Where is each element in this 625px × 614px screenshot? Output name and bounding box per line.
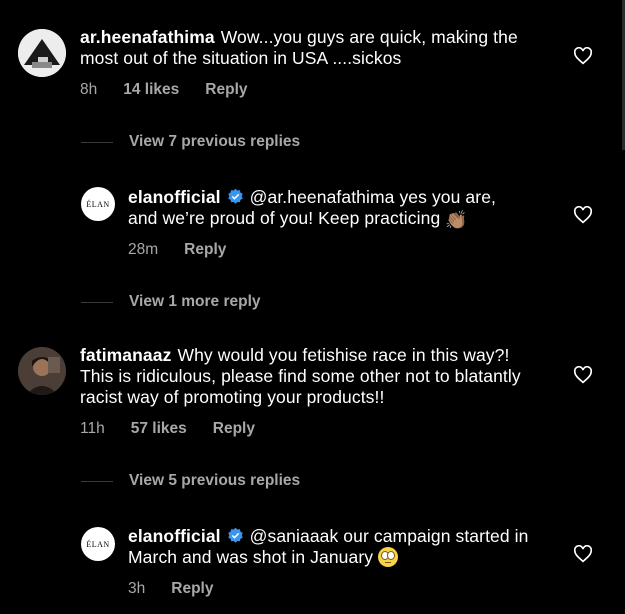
heart-icon[interactable] — [573, 47, 593, 65]
verified-icon — [227, 527, 243, 543]
username[interactable]: ar.heenafathima — [80, 27, 215, 47]
timestamp: 3h — [128, 580, 146, 597]
comment-text: elanofficial @saniaaak our campaign start… — [128, 526, 529, 567]
avatar[interactable] — [18, 347, 66, 395]
view-replies-button[interactable]: View 7 previous replies — [81, 133, 300, 151]
divider-line — [81, 301, 113, 303]
username[interactable]: fatimanaaz — [80, 345, 171, 365]
reply-button[interactable]: Reply — [184, 241, 226, 259]
reply-button[interactable]: Reply — [205, 81, 247, 99]
avatar[interactable]: ÉLAN — [81, 527, 115, 561]
verified-icon — [227, 188, 243, 204]
likes-count[interactable]: 57 likes — [131, 420, 187, 438]
eye-roll-emoji — [378, 547, 399, 567]
comment-text: elanofficial @ar.heenafathima yes you are… — [128, 187, 496, 230]
avatar[interactable]: ÉLAN — [81, 187, 115, 221]
avatar-logo-text: ÉLAN — [86, 539, 110, 549]
heart-icon[interactable] — [573, 545, 593, 563]
divider-line — [81, 141, 113, 143]
likes-count[interactable]: 14 likes — [123, 81, 179, 99]
reply-button[interactable]: Reply — [213, 420, 255, 438]
avatar-logo-text: ÉLAN — [86, 199, 110, 209]
timestamp: 11h — [80, 420, 105, 437]
comment-meta: 28m Reply — [128, 241, 226, 259]
clap-emoji: 👏🏽 — [445, 210, 468, 230]
heart-icon[interactable] — [573, 206, 593, 224]
divider-line — [81, 480, 113, 482]
comment-meta: 8h 14 likes Reply — [80, 81, 248, 99]
avatar[interactable] — [18, 29, 66, 77]
timestamp: 8h — [80, 81, 98, 98]
comment-meta: 11h 57 likes Reply — [80, 420, 255, 438]
view-replies-button[interactable]: View 5 previous replies — [81, 472, 300, 490]
username[interactable]: elanofficial — [128, 526, 221, 546]
heart-icon[interactable] — [573, 366, 593, 384]
reply-button[interactable]: Reply — [171, 580, 213, 598]
comment-text: ar.heenafathima Wow...you guys are quick,… — [80, 27, 518, 68]
timestamp: 28m — [128, 241, 159, 258]
comment-text: fatimanaaz Why would you fetishise race i… — [80, 345, 521, 407]
comment-meta: 3h Reply — [128, 580, 213, 598]
view-replies-button[interactable]: View 1 more reply — [81, 293, 261, 311]
username[interactable]: elanofficial — [128, 187, 221, 207]
